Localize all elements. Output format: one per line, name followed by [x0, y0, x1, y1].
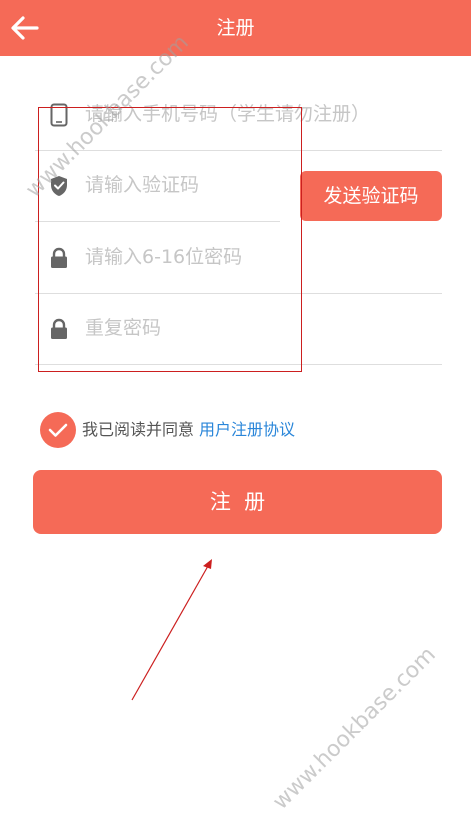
agreement-text: 我已阅读并同意 用户注册协议: [82, 418, 295, 442]
verification-code-input[interactable]: [85, 165, 275, 205]
app-header: 注册: [0, 0, 471, 56]
password-input[interactable]: [85, 237, 425, 277]
register-button[interactable]: 注 册: [33, 470, 442, 534]
password-field-row: [35, 223, 442, 294]
arrow-left-icon: [11, 16, 39, 40]
repeat-password-field-row: [35, 294, 442, 365]
agreement-link[interactable]: 用户注册协议: [199, 420, 295, 439]
shield-icon: [47, 174, 71, 198]
phone-input[interactable]: [85, 94, 435, 134]
agreement-checkbox[interactable]: [40, 412, 76, 448]
check-icon: [48, 423, 68, 437]
page-title: 注册: [216, 17, 255, 39]
phone-icon: [47, 103, 71, 127]
phone-field-row: [35, 80, 442, 151]
lock-icon: [47, 317, 71, 341]
send-code-button[interactable]: 发送验证码: [300, 171, 442, 221]
code-field-row: [35, 151, 280, 222]
agreement-label: 我已阅读并同意: [82, 420, 195, 439]
repeat-password-input[interactable]: [85, 308, 425, 348]
back-button[interactable]: [0, 0, 50, 56]
lock-icon: [47, 246, 71, 270]
watermark-text: www.hookbase.com: [268, 642, 441, 815]
